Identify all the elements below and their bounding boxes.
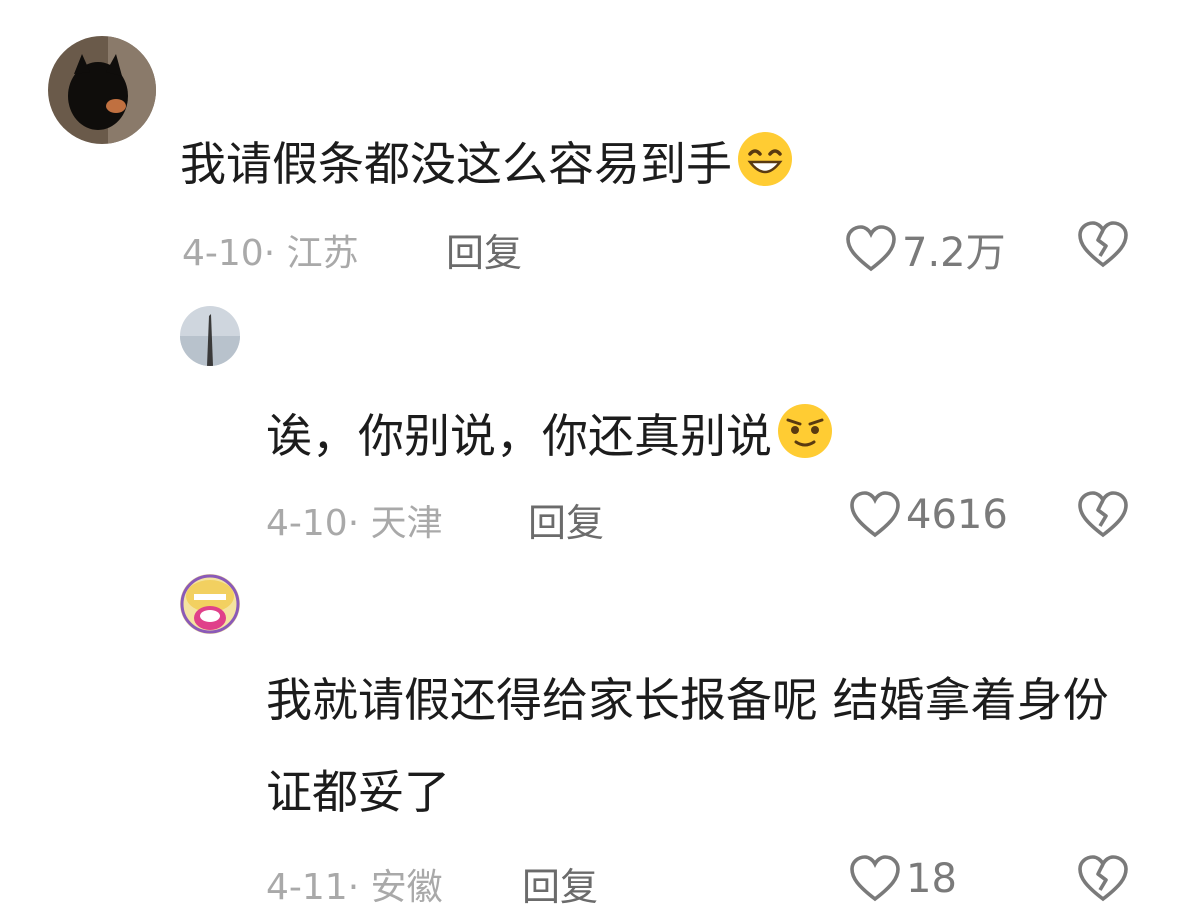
comment-location: 安徽 — [370, 867, 443, 908]
heart-icon — [850, 491, 900, 538]
like-count: 18 — [906, 856, 957, 902]
comment-location: 江苏 — [286, 233, 359, 274]
comment-text: 我请假条都没这么容易到手 — [180, 130, 794, 201]
comment-date: 4-10 — [182, 233, 264, 274]
meta-separator: · — [347, 867, 360, 908]
broken-heart-icon — [1078, 855, 1128, 902]
comment-body: 我请假条都没这么容易到手 — [180, 137, 732, 191]
like-button[interactable]: 7.2万 — [844, 220, 1006, 278]
avatar[interactable] — [48, 36, 156, 144]
comment-meta: 4-10· 天津 — [266, 494, 443, 546]
meta-separator: · — [263, 233, 276, 274]
grinning-sweat-emoji-icon — [736, 130, 794, 201]
comment-meta: 4-10· 江苏 — [182, 224, 359, 276]
heart-icon — [850, 855, 900, 902]
dislike-button[interactable] — [1076, 490, 1130, 544]
broken-heart-icon — [1078, 221, 1128, 268]
dislike-button[interactable] — [1076, 220, 1130, 274]
like-count: 4616 — [906, 492, 1008, 538]
broken-heart-icon — [1078, 491, 1128, 538]
comment-body: 诶，你别说，你还真别说 — [266, 409, 772, 463]
avatar[interactable] — [180, 306, 240, 366]
reply-button[interactable]: 回复 — [522, 856, 598, 911]
like-count: 7.2万 — [902, 230, 1006, 276]
dislike-button[interactable] — [1076, 854, 1130, 908]
meta-separator: · — [347, 503, 360, 544]
heart-icon — [846, 225, 896, 272]
comment-location: 天津 — [370, 503, 443, 544]
comment-date: 4-10 — [266, 503, 348, 544]
comment-text: 诶，你别说，你还真别说 — [266, 402, 834, 473]
avatar[interactable] — [180, 574, 240, 634]
like-button[interactable]: 18 — [848, 854, 957, 904]
comment-text: 我就请假还得给家长报备呢 结婚拿着身份证都妥了 — [266, 673, 1109, 819]
comment-date: 4-11 — [266, 867, 348, 908]
comment-meta: 4-11· 安徽 — [266, 858, 443, 910]
reply-button[interactable]: 回复 — [446, 222, 522, 277]
like-button[interactable]: 4616 — [848, 490, 1008, 540]
reply-button[interactable]: 回复 — [528, 492, 604, 547]
smug-face-emoji-icon — [776, 402, 834, 473]
